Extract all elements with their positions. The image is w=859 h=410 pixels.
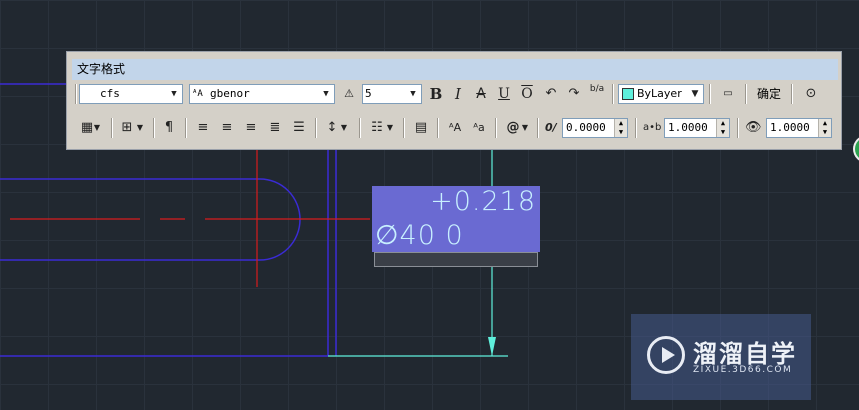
uppercase-icon[interactable]: ᴬA [445,118,465,138]
font-icon: ᴬA [192,89,203,99]
chevron-down-icon[interactable]: ▼ [135,118,145,138]
play-logo-icon [647,336,685,374]
text-style-select[interactable]: cfs ▼ [79,84,183,104]
spinner-arrows-icon[interactable]: ▲ ▼ [614,119,627,137]
tracking-input[interactable]: 1.0000 ▲ ▼ [664,118,730,138]
italic-button[interactable]: I [448,84,468,104]
justify-icon[interactable]: ≣ [265,118,285,138]
ok-button[interactable]: 确定 [753,84,785,104]
separator [359,118,361,138]
color-select[interactable]: ByLayer ▼ [618,84,704,104]
mtext-justify-icon[interactable]: ⊞ [117,118,137,138]
align-right-icon[interactable]: ≡ [241,118,261,138]
stack-button[interactable]: b/a [587,84,607,104]
align-left-icon[interactable]: ≡ [193,118,213,138]
separator [495,118,497,138]
toolbar-row-2: ▦ ▼ ⊞ ▼ ¶ ≡ ≡ ≡ ≣ ☰ ↕ ▼ ☷ ▼ ▤ ᴬA ᴬa @ ▼ … [73,116,839,140]
overline-button[interactable]: O [517,84,537,104]
distribute-icon[interactable]: ☰ [289,118,309,138]
watermark-name: 溜溜自学 [693,340,797,368]
chevron-down-icon: ▼ [323,89,329,99]
paragraph-icon[interactable]: ¶ [159,118,179,138]
separator [537,118,539,138]
tracking-label: a•b [643,122,662,133]
separator [437,118,439,138]
strikethrough-button[interactable]: A [471,84,491,104]
underline-button[interactable]: U [494,84,514,104]
font-select[interactable]: ᴬA gbenor ▼ [189,84,335,104]
watermark-url: ZIXUE.3D66.COM [693,365,793,375]
insert-field-icon[interactable]: ▤ [411,118,431,138]
mtext-editor[interactable]: +0.218 ∅40 0 [372,186,540,252]
bold-button[interactable]: B [426,84,446,104]
undo-icon[interactable]: ↶ [541,84,561,104]
layer-color-swatch [622,88,634,100]
numbering-icon[interactable]: ☷ [367,118,387,138]
chevron-down-icon[interactable]: ▼ [520,118,530,138]
chevron-down-icon[interactable]: ▼ [92,118,102,138]
chevron-down-icon[interactable]: ▼ [339,118,349,138]
chevron-down-icon[interactable]: ▼ [385,118,395,138]
width-factor-input[interactable]: 1.0000 ▲ ▼ [766,118,832,138]
tolerance-upper-text[interactable]: +0.218 [430,186,536,217]
separator [791,84,793,104]
tolerance-lower-text[interactable]: ∅40 0 [375,220,464,251]
separator [612,84,614,104]
lowercase-icon[interactable]: ᴬa [469,118,489,138]
dim-arrow [488,337,496,356]
watermark: 溜溜自学 ZIXUE.3D66.COM [631,314,811,400]
chevron-down-icon: ▼ [171,89,177,99]
separator [111,118,113,138]
redo-icon[interactable]: ↷ [564,84,584,104]
separator [403,118,405,138]
text-height-select[interactable]: 5 ▼ [362,84,422,104]
separator [737,118,739,138]
align-center-icon[interactable]: ≡ [217,118,237,138]
separator [745,84,747,104]
spinner-arrows-icon[interactable]: ▲ ▼ [818,119,831,137]
separator [315,118,317,138]
width-factor-icon: 👁 [745,120,762,135]
spinner-arrows-icon[interactable]: ▲ ▼ [716,119,729,137]
ruler-icon[interactable]: ▭ [716,84,740,104]
toolbar-row-1: cfs ▼ ᴬA gbenor ▼ ⚠ 5 ▼ B I A U O ↶ ↷ b/… [73,82,839,106]
text-format-toolbar: 文字格式 cfs ▼ ᴬA gbenor ▼ ⚠ 5 ▼ B I A U O ↶… [66,51,842,150]
separator [709,84,711,104]
chevron-down-icon: ▼ [691,89,699,99]
mtext-ruler[interactable] [374,252,538,267]
toolbar-title[interactable]: 文字格式 [72,59,838,80]
separator [635,118,637,138]
options-icon[interactable]: ⊙ [801,84,821,104]
annotative-icon[interactable]: ⚠ [339,84,359,104]
oblique-icon: 0/ [545,121,557,134]
separator [185,118,187,138]
separator [75,84,77,104]
separator [153,118,155,138]
oblique-angle-input[interactable]: 0.0000 ▲ ▼ [562,118,628,138]
chevron-down-icon: ▼ [410,89,416,99]
